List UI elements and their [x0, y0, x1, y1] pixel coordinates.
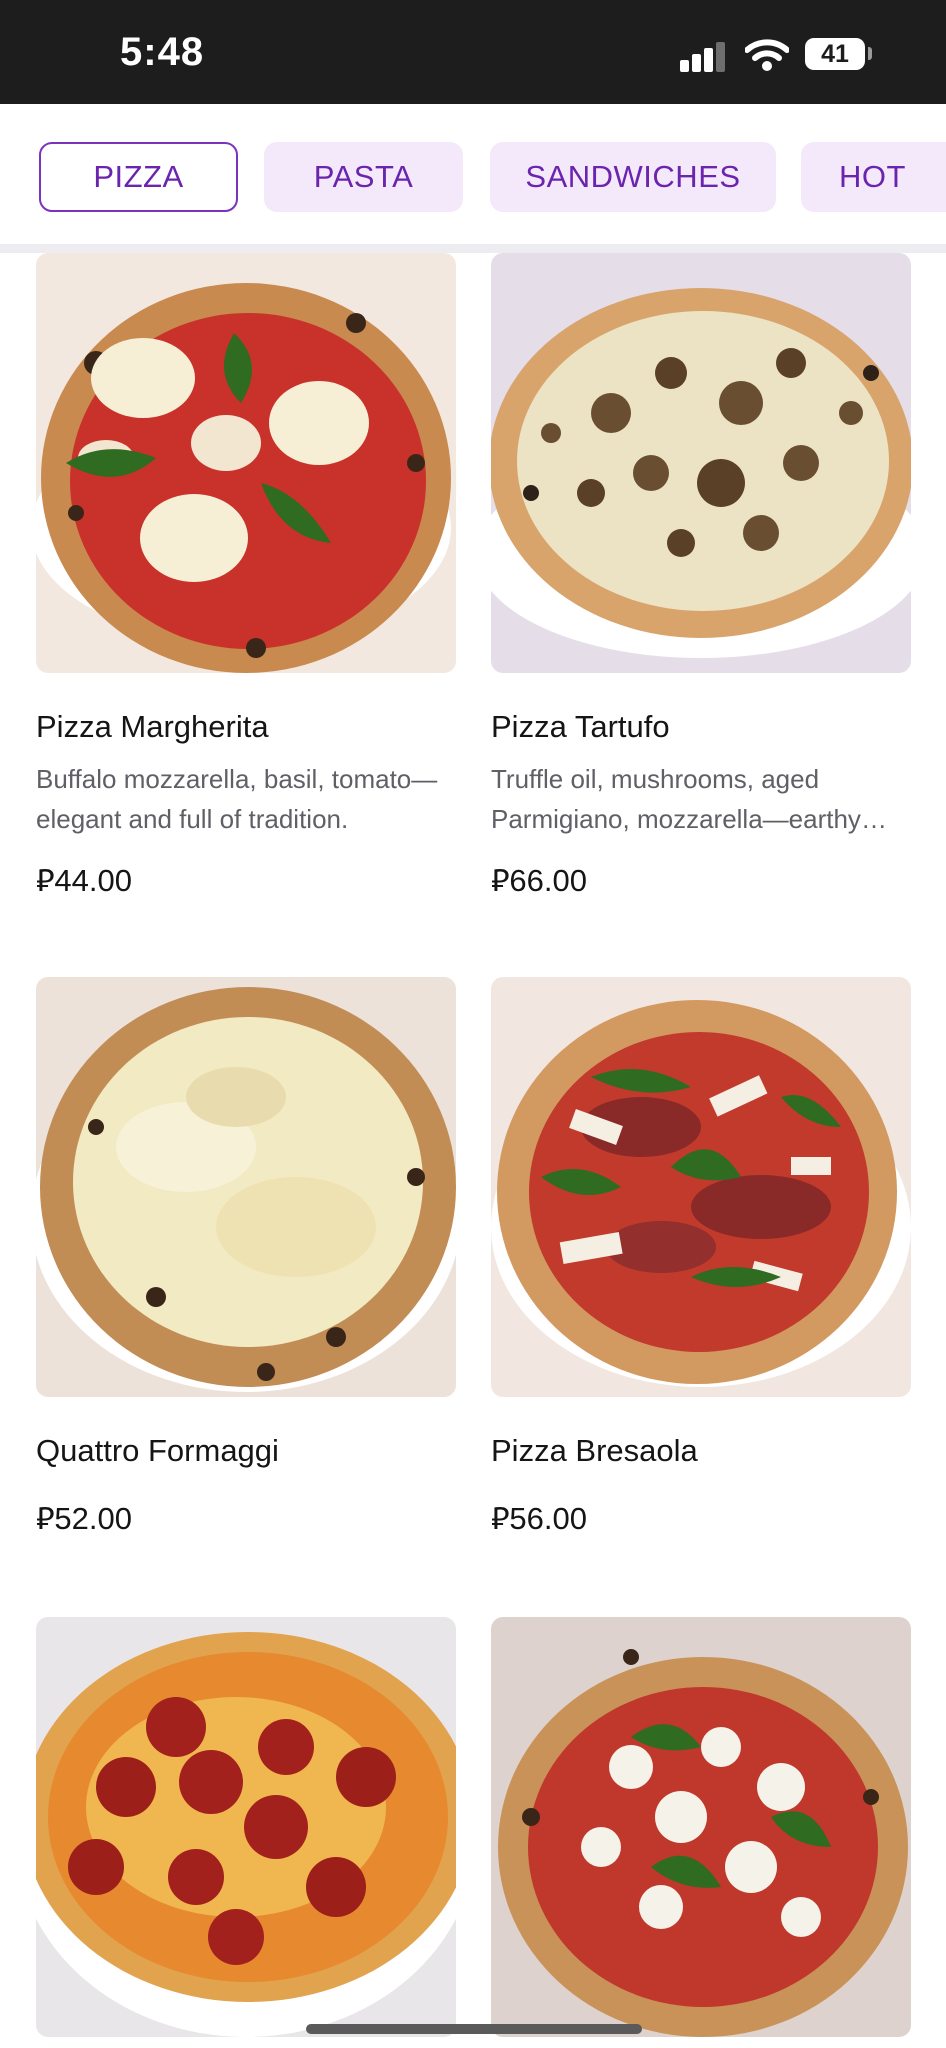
burrata-pizza-photo [491, 1617, 911, 2037]
product-price: ⃁52.00 [36, 1501, 132, 1536]
wifi-icon [744, 38, 790, 77]
home-indicator[interactable] [306, 2024, 642, 2034]
pepperoni-pizza-photo [36, 1617, 456, 2037]
status-time: 5:48 [120, 30, 205, 74]
battery-icon: 41 [805, 38, 865, 70]
product-price: ⃁44.00 [36, 863, 132, 898]
product-price: ⃁56.00 [491, 1501, 587, 1536]
product-card-quattro-formaggi[interactable]: Quattro Formaggi ⃁52.00 [36, 977, 456, 1557]
tab-hot[interactable]: HOT [801, 142, 946, 212]
product-name: Quattro Formaggi [36, 1433, 279, 1468]
product-name: Pizza Margherita [36, 709, 269, 744]
product-description: Truffle oil, mushrooms, aged Parmigiano,… [491, 764, 861, 834]
product-card-bresaola[interactable]: Pizza Bresaola ⃁56.00 [491, 977, 911, 1557]
product-name: Pizza Bresaola [491, 1433, 698, 1468]
pizza-margherita-photo [36, 253, 456, 673]
status-bar: 5:48 41 [0, 0, 946, 104]
product-card-pepperoni[interactable] [36, 1617, 456, 2048]
pizza-tartufo-photo [491, 253, 911, 673]
category-tabs: PIZZA PASTA SANDWICHES HOT [0, 104, 946, 244]
cellular-signal-icon [680, 40, 728, 72]
pizza-bresaola-photo [491, 977, 911, 1397]
product-name: Pizza Tartufo [491, 709, 670, 744]
product-grid: Pizza Margherita Buffalo mozzarella, bas… [0, 253, 946, 2048]
product-price: ⃁66.00 [491, 863, 587, 898]
product-card-burrata[interactable] [491, 1617, 911, 2048]
tab-sandwiches[interactable]: SANDWICHES [490, 142, 776, 212]
product-card-margherita[interactable]: Pizza Margherita Buffalo mozzarella, bas… [36, 253, 456, 903]
quattro-formaggi-photo [36, 977, 456, 1397]
tabs-divider [0, 244, 946, 253]
product-card-tartufo[interactable]: Pizza Tartufo Truffle oil, mushrooms, ag… [491, 253, 911, 903]
product-description: Buffalo mozzarella, basil, tomato—elegan… [36, 764, 438, 834]
tab-pasta[interactable]: PASTA [264, 142, 463, 212]
battery-tip [868, 47, 872, 60]
tab-pizza[interactable]: PIZZA [39, 142, 238, 212]
